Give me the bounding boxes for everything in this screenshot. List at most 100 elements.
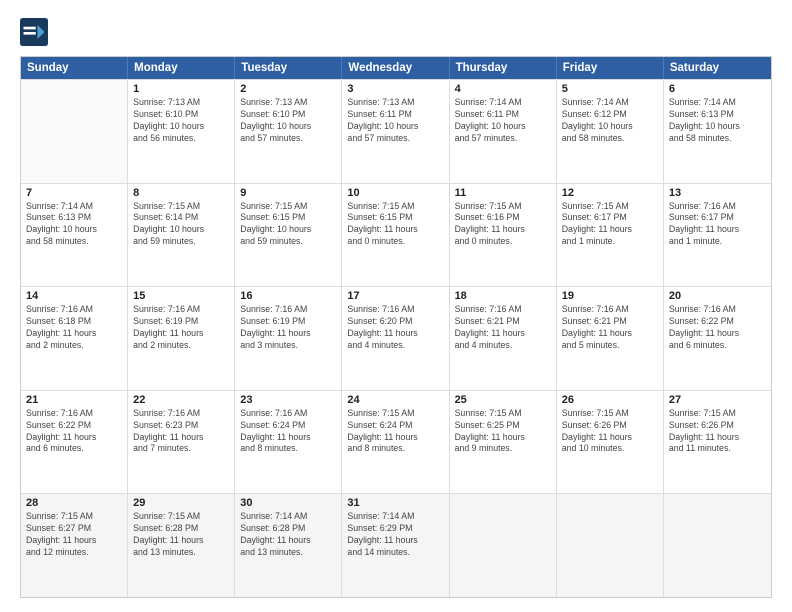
day-number: 28	[26, 497, 122, 509]
day-number: 26	[562, 394, 658, 406]
day-number: 17	[347, 290, 443, 302]
day-number: 13	[669, 187, 766, 199]
cell-info: Sunrise: 7:15 AM Sunset: 6:16 PM Dayligh…	[455, 201, 551, 249]
cell-info: Sunrise: 7:14 AM Sunset: 6:13 PM Dayligh…	[26, 201, 122, 249]
cell-info: Sunrise: 7:15 AM Sunset: 6:17 PM Dayligh…	[562, 201, 658, 249]
day-number: 19	[562, 290, 658, 302]
calendar-cell: 3 Sunrise: 7:13 AM Sunset: 6:11 PM Daylig…	[342, 80, 449, 183]
calendar-cell	[21, 80, 128, 183]
logo	[20, 18, 52, 46]
calendar-cell: 1 Sunrise: 7:13 AM Sunset: 6:10 PM Daylig…	[128, 80, 235, 183]
header-day-wednesday: Wednesday	[342, 57, 449, 79]
day-number: 2	[240, 83, 336, 95]
day-number: 30	[240, 497, 336, 509]
calendar-cell: 23Sunrise: 7:16 AM Sunset: 6:24 PM Dayli…	[235, 391, 342, 494]
day-number: 21	[26, 394, 122, 406]
calendar-cell: 6 Sunrise: 7:14 AM Sunset: 6:13 PM Daylig…	[664, 80, 771, 183]
day-number: 15	[133, 290, 229, 302]
calendar-cell	[664, 494, 771, 597]
calendar-cell: 31 Sunrise: 7:14 AM Sunset: 6:29 PM Dayli…	[342, 494, 449, 597]
cell-info: Sunrise: 7:14 AM Sunset: 6:28 PM Dayligh…	[240, 511, 336, 559]
calendar-cell: 28 Sunrise: 7:15 AM Sunset: 6:27 PM Dayli…	[21, 494, 128, 597]
calendar-cell	[450, 494, 557, 597]
calendar-week-2: 7 Sunrise: 7:14 AM Sunset: 6:13 PM Daylig…	[21, 183, 771, 287]
cell-info: Sunrise: 7:15 AM Sunset: 6:25 PM Dayligh…	[455, 408, 551, 456]
day-number: 24	[347, 394, 443, 406]
day-number: 31	[347, 497, 443, 509]
calendar-cell: 2 Sunrise: 7:13 AM Sunset: 6:10 PM Daylig…	[235, 80, 342, 183]
cell-info: Sunrise: 7:13 AM Sunset: 6:10 PM Dayligh…	[240, 97, 336, 145]
day-number: 7	[26, 187, 122, 199]
calendar-cell: 22 Sunrise: 7:16 AM Sunset: 6:23 PM Dayli…	[128, 391, 235, 494]
header	[20, 18, 772, 46]
header-day-friday: Friday	[557, 57, 664, 79]
day-number: 10	[347, 187, 443, 199]
header-day-saturday: Saturday	[664, 57, 771, 79]
cell-info: Sunrise: 7:16 AM Sunset: 6:19 PM Dayligh…	[240, 304, 336, 352]
calendar-cell: 14Sunrise: 7:16 AM Sunset: 6:18 PM Dayli…	[21, 287, 128, 390]
cell-info: Sunrise: 7:15 AM Sunset: 6:27 PM Dayligh…	[26, 511, 122, 559]
cell-info: Sunrise: 7:13 AM Sunset: 6:10 PM Dayligh…	[133, 97, 229, 145]
day-number: 27	[669, 394, 766, 406]
cell-info: Sunrise: 7:16 AM Sunset: 6:23 PM Dayligh…	[133, 408, 229, 456]
calendar-cell: 11 Sunrise: 7:15 AM Sunset: 6:16 PM Dayli…	[450, 184, 557, 287]
calendar-cell: 24Sunrise: 7:15 AM Sunset: 6:24 PM Dayli…	[342, 391, 449, 494]
calendar-cell: 20Sunrise: 7:16 AM Sunset: 6:22 PM Dayli…	[664, 287, 771, 390]
cell-info: Sunrise: 7:16 AM Sunset: 6:17 PM Dayligh…	[669, 201, 766, 249]
cell-info: Sunrise: 7:14 AM Sunset: 6:11 PM Dayligh…	[455, 97, 551, 145]
calendar-cell: 15 Sunrise: 7:16 AM Sunset: 6:19 PM Dayli…	[128, 287, 235, 390]
calendar-cell: 12 Sunrise: 7:15 AM Sunset: 6:17 PM Dayli…	[557, 184, 664, 287]
day-number: 25	[455, 394, 551, 406]
day-number: 16	[240, 290, 336, 302]
day-number: 3	[347, 83, 443, 95]
cell-info: Sunrise: 7:14 AM Sunset: 6:12 PM Dayligh…	[562, 97, 658, 145]
header-day-tuesday: Tuesday	[235, 57, 342, 79]
cell-info: Sunrise: 7:15 AM Sunset: 6:26 PM Dayligh…	[669, 408, 766, 456]
cell-info: Sunrise: 7:16 AM Sunset: 6:19 PM Dayligh…	[133, 304, 229, 352]
calendar-cell: 26 Sunrise: 7:15 AM Sunset: 6:26 PM Dayli…	[557, 391, 664, 494]
calendar-cell: 27 Sunrise: 7:15 AM Sunset: 6:26 PM Dayli…	[664, 391, 771, 494]
calendar-cell: 10 Sunrise: 7:15 AM Sunset: 6:15 PM Dayli…	[342, 184, 449, 287]
cell-info: Sunrise: 7:14 AM Sunset: 6:13 PM Dayligh…	[669, 97, 766, 145]
calendar: SundayMondayTuesdayWednesdayThursdayFrid…	[20, 56, 772, 598]
day-number: 20	[669, 290, 766, 302]
day-number: 4	[455, 83, 551, 95]
calendar-cell: 25 Sunrise: 7:15 AM Sunset: 6:25 PM Dayli…	[450, 391, 557, 494]
page: SundayMondayTuesdayWednesdayThursdayFrid…	[0, 0, 792, 612]
cell-info: Sunrise: 7:15 AM Sunset: 6:15 PM Dayligh…	[240, 201, 336, 249]
cell-info: Sunrise: 7:16 AM Sunset: 6:24 PM Dayligh…	[240, 408, 336, 456]
logo-icon	[20, 18, 48, 46]
cell-info: Sunrise: 7:14 AM Sunset: 6:29 PM Dayligh…	[347, 511, 443, 559]
calendar-cell: 29Sunrise: 7:15 AM Sunset: 6:28 PM Dayli…	[128, 494, 235, 597]
cell-info: Sunrise: 7:15 AM Sunset: 6:15 PM Dayligh…	[347, 201, 443, 249]
cell-info: Sunrise: 7:13 AM Sunset: 6:11 PM Dayligh…	[347, 97, 443, 145]
calendar-cell: 4 Sunrise: 7:14 AM Sunset: 6:11 PM Daylig…	[450, 80, 557, 183]
calendar-cell: 9Sunrise: 7:15 AM Sunset: 6:15 PM Daylig…	[235, 184, 342, 287]
cell-info: Sunrise: 7:16 AM Sunset: 6:22 PM Dayligh…	[26, 408, 122, 456]
day-number: 22	[133, 394, 229, 406]
day-number: 11	[455, 187, 551, 199]
header-day-sunday: Sunday	[21, 57, 128, 79]
day-number: 5	[562, 83, 658, 95]
calendar-week-3: 14Sunrise: 7:16 AM Sunset: 6:18 PM Dayli…	[21, 286, 771, 390]
day-number: 6	[669, 83, 766, 95]
day-number: 8	[133, 187, 229, 199]
day-number: 1	[133, 83, 229, 95]
calendar-cell: 17 Sunrise: 7:16 AM Sunset: 6:20 PM Dayli…	[342, 287, 449, 390]
calendar-cell	[557, 494, 664, 597]
cell-info: Sunrise: 7:15 AM Sunset: 6:26 PM Dayligh…	[562, 408, 658, 456]
cell-info: Sunrise: 7:15 AM Sunset: 6:14 PM Dayligh…	[133, 201, 229, 249]
header-day-monday: Monday	[128, 57, 235, 79]
calendar-header: SundayMondayTuesdayWednesdayThursdayFrid…	[21, 57, 771, 79]
day-number: 29	[133, 497, 229, 509]
calendar-week-5: 28 Sunrise: 7:15 AM Sunset: 6:27 PM Dayli…	[21, 493, 771, 597]
day-number: 14	[26, 290, 122, 302]
calendar-body: 1 Sunrise: 7:13 AM Sunset: 6:10 PM Daylig…	[21, 79, 771, 597]
calendar-cell: 30 Sunrise: 7:14 AM Sunset: 6:28 PM Dayli…	[235, 494, 342, 597]
cell-info: Sunrise: 7:16 AM Sunset: 6:21 PM Dayligh…	[455, 304, 551, 352]
cell-info: Sunrise: 7:16 AM Sunset: 6:20 PM Dayligh…	[347, 304, 443, 352]
day-number: 12	[562, 187, 658, 199]
header-day-thursday: Thursday	[450, 57, 557, 79]
calendar-cell: 19 Sunrise: 7:16 AM Sunset: 6:21 PM Dayli…	[557, 287, 664, 390]
cell-info: Sunrise: 7:16 AM Sunset: 6:21 PM Dayligh…	[562, 304, 658, 352]
